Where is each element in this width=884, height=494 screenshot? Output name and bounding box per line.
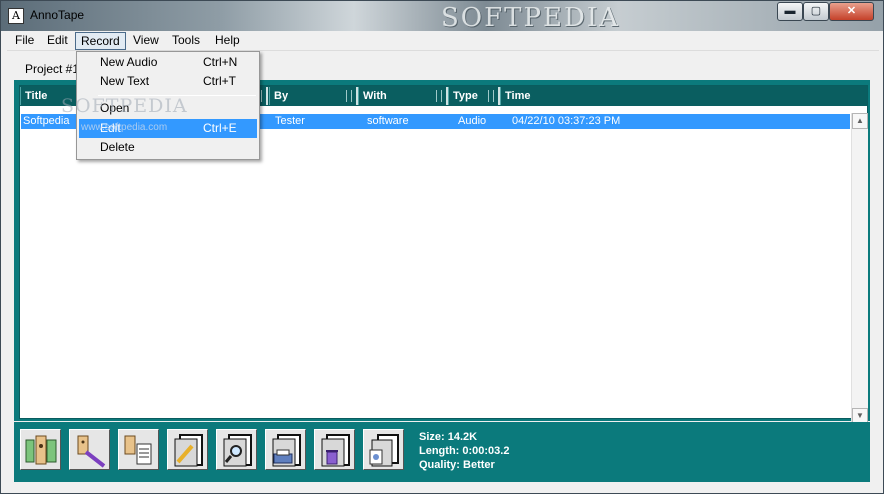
record-menu-dropdown: New Audio Ctrl+N New Text Ctrl+T Open Ed… bbox=[76, 51, 260, 160]
cell-time: 04/22/10 03:37:23 PM bbox=[512, 115, 621, 127]
menu-item-delete[interactable]: Delete bbox=[79, 138, 257, 157]
menu-item-new-audio[interactable]: New Audio Ctrl+N bbox=[79, 53, 257, 72]
delete-trash-icon bbox=[321, 434, 350, 467]
column-label: Time bbox=[505, 90, 531, 102]
close-button[interactable]: ✕ bbox=[829, 2, 874, 21]
column-label: Title bbox=[25, 90, 48, 102]
menu-separator bbox=[98, 95, 256, 96]
cell-type: Audio bbox=[458, 115, 487, 127]
menu-edit[interactable]: Edit bbox=[42, 32, 73, 50]
app-icon[interactable]: A bbox=[8, 8, 24, 24]
menu-bar: File Edit Record View Tools Help bbox=[7, 31, 879, 51]
softpedia-banner: SOFTPEDIA bbox=[441, 3, 620, 33]
title-bar[interactable]: A AnnoTape SOFTPEDIA ▬ ▢ ✕ bbox=[1, 1, 883, 33]
edit-pencil-icon bbox=[174, 434, 203, 467]
minimize-button[interactable]: ▬ bbox=[777, 2, 803, 21]
scroll-up-arrow-icon[interactable]: ▲ bbox=[852, 113, 868, 129]
print-icon bbox=[272, 434, 301, 467]
status-size: Size: 14.2K bbox=[419, 431, 478, 443]
menu-item-label: Delete bbox=[100, 140, 135, 154]
edit-button[interactable] bbox=[167, 429, 208, 470]
cell-by: Tester bbox=[275, 115, 305, 127]
column-resize-grip[interactable] bbox=[346, 90, 352, 102]
column-label: By bbox=[274, 90, 289, 102]
properties-icon bbox=[369, 434, 399, 467]
column-label: Type bbox=[453, 90, 478, 102]
menu-item-shortcut: Ctrl+N bbox=[203, 55, 238, 69]
menu-file[interactable]: File bbox=[10, 32, 39, 50]
menu-help[interactable]: Help bbox=[210, 32, 245, 50]
maximize-button[interactable]: ▢ bbox=[803, 2, 829, 21]
column-with-header[interactable]: With bbox=[358, 87, 448, 105]
menu-record[interactable]: Record bbox=[75, 32, 126, 50]
menu-item-new-text[interactable]: New Text Ctrl+T bbox=[79, 72, 257, 91]
status-length: Length: 0:00:03.2 bbox=[419, 445, 510, 457]
menu-item-label: Open bbox=[100, 101, 130, 115]
menu-item-label: New Audio bbox=[100, 55, 158, 69]
text-note-button[interactable] bbox=[118, 429, 159, 470]
column-type-header[interactable]: Type bbox=[448, 87, 500, 105]
column-by-header[interactable]: By bbox=[269, 87, 358, 105]
toolbar-panel: Size: 14.2K Length: 0:00:03.2 Quality: B… bbox=[14, 422, 870, 482]
menu-item-open[interactable]: Open bbox=[79, 99, 257, 118]
menu-item-shortcut: Ctrl+T bbox=[203, 74, 236, 88]
delete-button[interactable] bbox=[314, 429, 355, 470]
cell-with: software bbox=[367, 115, 409, 127]
annotate-pen-icon bbox=[77, 435, 106, 468]
tab-project[interactable]: Project #1 bbox=[25, 62, 79, 76]
properties-button[interactable] bbox=[363, 429, 404, 470]
menu-item-edit[interactable]: Edit Ctrl+E bbox=[79, 119, 257, 138]
play-recording-button[interactable] bbox=[20, 429, 61, 470]
play-recording-icon bbox=[25, 435, 57, 465]
app-window: A AnnoTape SOFTPEDIA ▬ ▢ ✕ File Edit Rec… bbox=[0, 0, 884, 494]
search-button[interactable] bbox=[216, 429, 257, 470]
window-title: AnnoTape bbox=[30, 8, 85, 22]
column-resize-grip[interactable] bbox=[436, 90, 442, 102]
cell-title: Softpedia bbox=[23, 115, 70, 127]
column-label: With bbox=[363, 90, 387, 102]
print-button[interactable] bbox=[265, 429, 306, 470]
menu-item-label: New Text bbox=[100, 74, 150, 88]
menu-item-shortcut: Ctrl+E bbox=[203, 121, 237, 135]
vertical-scrollbar[interactable]: ▲ ▼ bbox=[851, 113, 868, 425]
search-magnifier-icon bbox=[223, 434, 252, 467]
column-time-header[interactable]: Time bbox=[500, 87, 867, 105]
column-resize-grip[interactable] bbox=[488, 90, 494, 102]
menu-tools[interactable]: Tools bbox=[167, 32, 205, 50]
text-note-icon bbox=[124, 435, 152, 465]
menu-item-label: Edit bbox=[100, 121, 121, 135]
status-quality: Quality: Better bbox=[419, 459, 495, 471]
menu-view[interactable]: View bbox=[128, 32, 164, 50]
annotate-button[interactable] bbox=[69, 429, 110, 470]
